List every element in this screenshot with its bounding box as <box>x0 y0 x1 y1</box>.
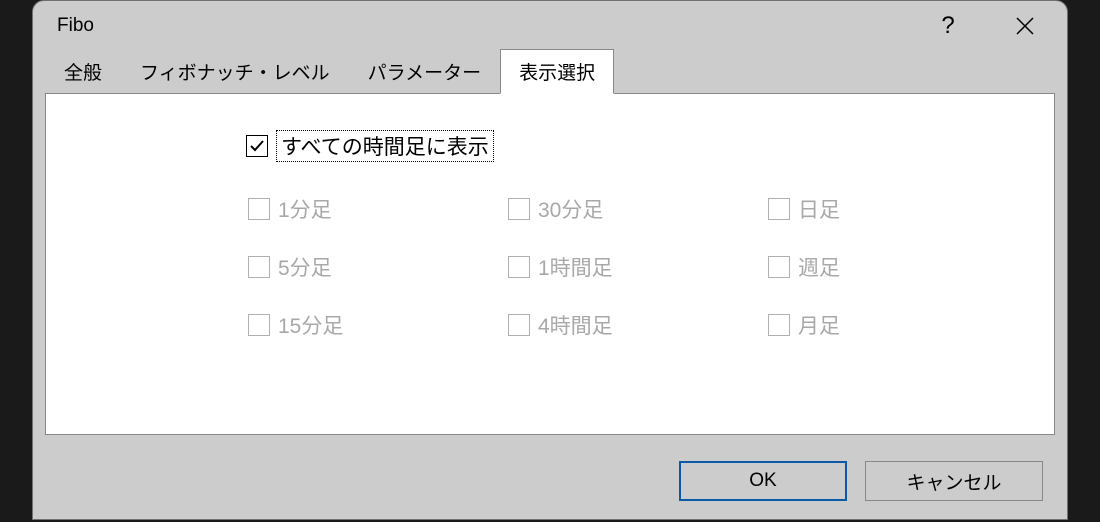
timeframes-grid: 1分足 30分足 日足 5分足 1時間足 週足 15分足 4時間足 月足 <box>248 194 1014 340</box>
button-label: OK <box>749 470 776 492</box>
cancel-button[interactable]: キャンセル <box>865 461 1043 501</box>
timeframe-label: 15分足 <box>278 310 343 340</box>
tab-label: パラメーター <box>368 63 481 84</box>
timeframe-h1: 1時間足 <box>508 252 768 282</box>
title-controls: ? <box>913 1 1067 51</box>
timeframe-d1-checkbox[interactable] <box>768 198 790 220</box>
timeframe-w1-checkbox[interactable] <box>768 256 790 278</box>
timeframe-label: 月足 <box>798 310 840 340</box>
timeframe-m1: 1分足 <box>248 194 508 224</box>
tabs-row: 全般 フィボナッチ・レベル パラメーター 表示選択 <box>33 51 1067 93</box>
timeframe-m1-checkbox[interactable] <box>248 198 270 220</box>
timeframe-m15-checkbox[interactable] <box>248 314 270 336</box>
timeframe-label: 1分足 <box>278 194 332 224</box>
show-all-timeframes-label: すべての時間足に表示 <box>276 130 494 162</box>
timeframe-d1: 日足 <box>768 194 968 224</box>
timeframe-label: 30分足 <box>538 194 603 224</box>
timeframe-h4-checkbox[interactable] <box>508 314 530 336</box>
timeframe-m15: 15分足 <box>248 310 508 340</box>
tab-parameters[interactable]: パラメーター <box>349 49 500 94</box>
help-icon: ? <box>941 12 954 40</box>
timeframe-label: 日足 <box>798 194 840 224</box>
timeframe-m30-checkbox[interactable] <box>508 198 530 220</box>
ok-button[interactable]: OK <box>679 461 847 501</box>
close-button[interactable] <box>983 1 1067 51</box>
timeframe-mn-checkbox[interactable] <box>768 314 790 336</box>
titlebar: Fibo ? <box>33 1 1067 51</box>
tab-label: フィボナッチ・レベル <box>140 63 330 84</box>
tab-general[interactable]: 全般 <box>45 49 121 94</box>
checkmark-icon <box>249 138 265 154</box>
tab-fibonacci-levels[interactable]: フィボナッチ・レベル <box>121 49 349 94</box>
timeframe-m5: 5分足 <box>248 252 508 282</box>
timeframe-h4: 4時間足 <box>508 310 768 340</box>
tab-label: 全般 <box>64 63 102 84</box>
master-checkbox-row: すべての時間足に表示 <box>246 130 1014 162</box>
window-title: Fibo <box>57 15 94 37</box>
timeframe-label: 5分足 <box>278 252 332 282</box>
button-label: キャンセル <box>906 468 1001 495</box>
tab-content: すべての時間足に表示 1分足 30分足 日足 5分足 1時間足 週足 15分足 … <box>45 93 1055 435</box>
show-all-timeframes-checkbox[interactable] <box>246 135 268 157</box>
close-icon <box>1015 16 1035 36</box>
dialog-window: Fibo ? 全般 フィボナッチ・レベル パラメーター 表示選択 すべての時間足… <box>32 0 1068 520</box>
timeframe-label: 週足 <box>798 252 840 282</box>
timeframe-m30: 30分足 <box>508 194 768 224</box>
tab-visualization[interactable]: 表示選択 <box>500 49 614 94</box>
help-button[interactable]: ? <box>913 1 983 51</box>
dialog-buttons: OK キャンセル <box>679 461 1043 501</box>
timeframe-mn: 月足 <box>768 310 968 340</box>
timeframe-w1: 週足 <box>768 252 968 282</box>
timeframe-label: 4時間足 <box>538 310 613 340</box>
timeframe-label: 1時間足 <box>538 252 613 282</box>
tab-label: 表示選択 <box>519 63 595 84</box>
timeframe-h1-checkbox[interactable] <box>508 256 530 278</box>
timeframe-m5-checkbox[interactable] <box>248 256 270 278</box>
